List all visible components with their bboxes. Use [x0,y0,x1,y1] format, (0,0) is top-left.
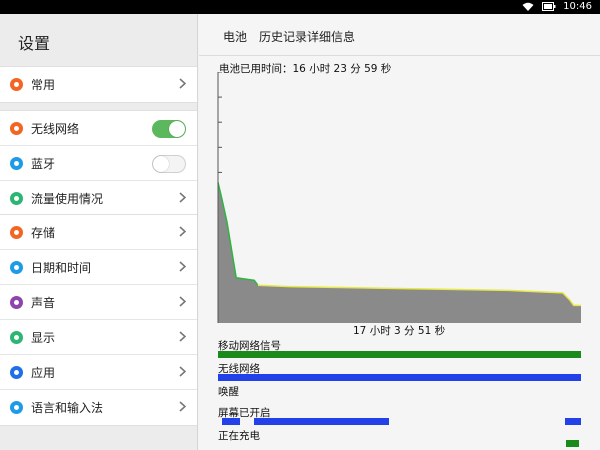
toggle-knob [153,156,169,172]
toggle-knob [169,121,185,137]
chevron-right-icon [179,226,186,237]
settings-item[interactable]: 无线网络 [0,111,197,146]
settings-item-label: 流量使用情况 [31,192,104,206]
settings-sidebar: 设置 常用无线网络 蓝牙流量使用情况 存储日期和时间声音显示应用语言和输入法 [0,14,198,450]
chevron-right-icon [179,261,186,272]
page-title: 历史记录详细信息 [259,30,356,44]
settings-group: 常用 [0,66,197,103]
chevron-right-icon [179,366,186,377]
toggle-switch[interactable] [152,155,186,173]
chevron-right-icon [179,401,186,412]
chevron-right-icon [179,296,186,307]
storage-icon [10,225,23,239]
settings-item[interactable]: 显示 [0,320,197,355]
detail-header: 电池 历史记录详细信息 [199,14,600,56]
total-time-label: 17 小时 3 分 51 秒 [353,325,446,337]
settings-item-label: 语言和输入法 [31,401,104,415]
settings-group: 存储日期和时间声音显示应用语言和输入法 [0,214,197,426]
timeline-segment [218,374,581,381]
settings-title: 设置 [18,34,51,53]
settings-item-label: 日期和时间 [31,260,92,275]
battery-icon [542,2,556,11]
settings-item-label: 声音 [31,295,56,310]
settings-item[interactable]: 声音 [0,285,197,320]
toggle-switch[interactable] [152,120,186,138]
timeline-segment [564,418,581,425]
settings-item-label: 常用 [31,78,56,92]
bluetooth-icon [10,156,23,170]
clock-time: 10:46 [563,1,592,12]
settings-item-label: 应用 [31,365,56,380]
battery-level-chart [217,72,581,323]
settings-item[interactable]: 语言和输入法 [0,390,197,425]
settings-item-label: 存储 [31,225,56,240]
status-bar: 10:46 [0,0,600,14]
timeline-segment [221,418,240,425]
settings-item[interactable]: 应用 [0,355,197,390]
settings-item[interactable]: 蓝牙 [0,146,197,181]
apps-icon [10,365,23,379]
chevron-right-icon [179,192,186,203]
wifi-icon [522,2,534,11]
settings-item[interactable]: 流量使用情况 [0,181,197,216]
settings-item-label: 显示 [31,330,56,345]
timeline-segment [254,418,389,425]
timeline-segment [218,351,581,358]
timeline-segment [566,440,580,447]
settings-item[interactable]: 常用 [0,67,197,102]
settings-group: 无线网络 蓝牙流量使用情况 [0,110,197,217]
timeline-row-label: 正在充电 [218,430,260,442]
timeline-row-label: 唤醒 [218,386,239,398]
sound-icon [10,295,23,309]
settings-item[interactable]: 存储 [0,215,197,250]
chevron-right-icon [179,331,186,342]
display-icon [10,330,23,344]
language-icon [10,401,23,414]
chevron-right-icon [179,78,186,89]
settings-item[interactable]: 日期和时间 [0,250,197,285]
wifi-icon [10,121,23,135]
gear-icon [10,78,23,91]
battery-level-area [218,182,581,323]
data-usage-icon [10,192,23,205]
clock-icon [10,260,23,274]
breadcrumb-root[interactable]: 电池 [223,28,247,45]
